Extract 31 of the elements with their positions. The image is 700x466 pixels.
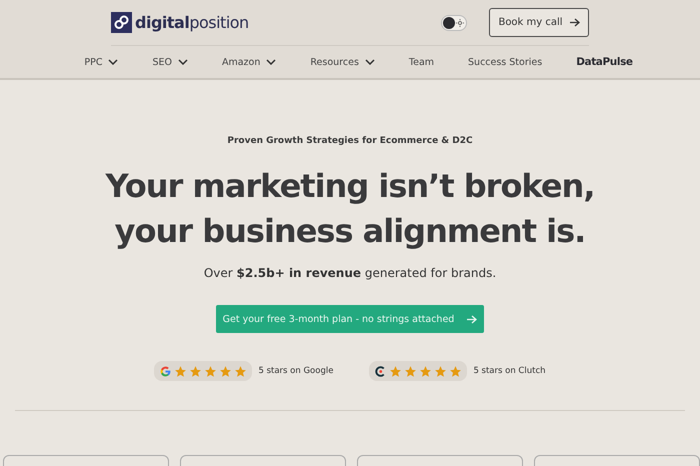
star-icon <box>204 364 218 378</box>
nav-link[interactable]: Success Stories <box>468 56 542 68</box>
star-icon <box>419 364 432 378</box>
star-icon <box>234 364 248 378</box>
nav-link[interactable]: SEO <box>152 56 188 68</box>
star-icon <box>219 364 232 378</box>
arrow-right-icon <box>466 314 478 324</box>
star-icon <box>434 364 448 378</box>
arrow-right-icon <box>568 18 580 27</box>
nav-link[interactable]: PPC <box>84 56 118 68</box>
nav-link[interactable]: Resources <box>310 56 375 68</box>
star-icon <box>189 364 202 378</box>
brand-name: digitalposition <box>135 13 249 32</box>
rating-label: 5 stars on Google <box>258 366 334 376</box>
logo-icon <box>111 12 132 33</box>
datapulse-link[interactable]: DataPulse <box>576 56 633 68</box>
headline: Your marketing isn’t broken, your business alignment is. <box>106 166 594 252</box>
star-icon <box>449 364 462 378</box>
google-icon <box>159 364 172 378</box>
subheadline: Over $2.5b+ in revenue generated for brands. <box>204 266 496 280</box>
star-icon <box>174 364 188 378</box>
nav-link[interactable]: Amazon <box>222 56 276 68</box>
sun-icon <box>456 18 464 26</box>
star-icon <box>389 364 402 378</box>
rating-label: 5 stars on Clutch <box>473 366 546 376</box>
book-call-button[interactable]: Book my call <box>489 8 589 37</box>
eyebrow-text: Proven Growth Strategies for Ecommerce & D2C <box>227 136 473 146</box>
clutch-logo-icon <box>374 364 388 378</box>
star-icon <box>404 364 418 378</box>
theme-toggle[interactable] <box>441 14 467 30</box>
nav-link[interactable]: Team <box>408 56 434 68</box>
